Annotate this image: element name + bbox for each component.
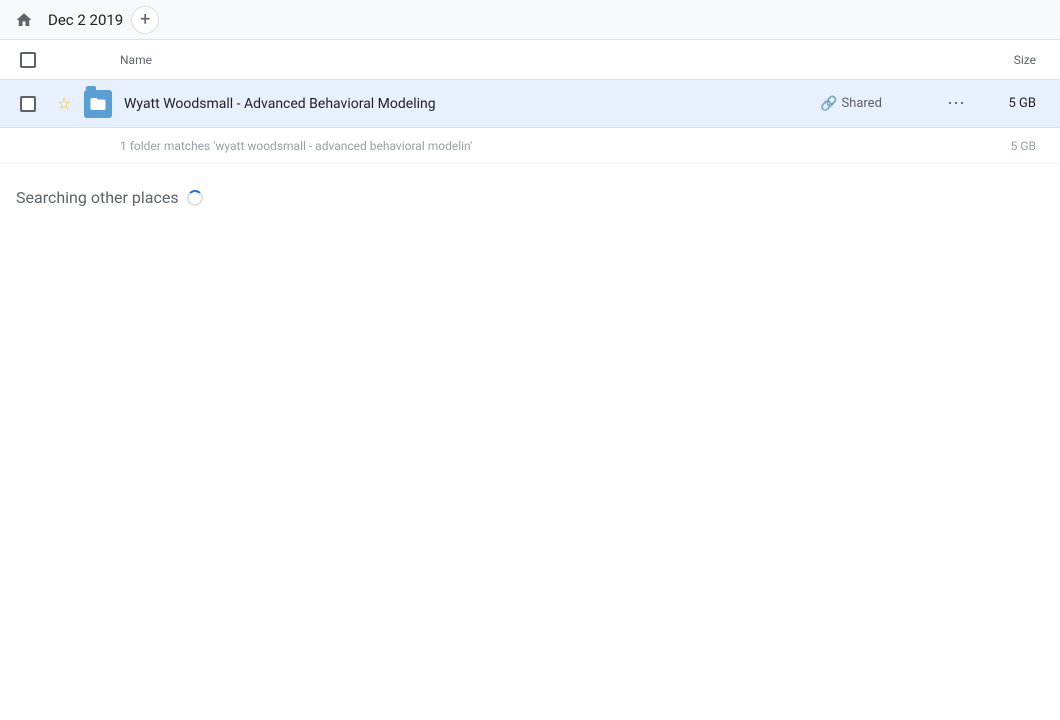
star-cell: ☆ bbox=[48, 94, 80, 113]
file-row[interactable]: ☆ Wyatt Woodsmall - Advanced Behavioral … bbox=[0, 80, 1060, 128]
shared-cell: 🔗 Shared bbox=[820, 96, 940, 112]
folder-icon bbox=[84, 90, 112, 118]
file-name: Wyatt Woodsmall - Advanced Behavioral Mo… bbox=[116, 96, 820, 112]
breadcrumb: Dec 2 2019 bbox=[48, 11, 123, 29]
match-summary-row: 1 folder matches 'wyatt woodsmall - adva… bbox=[0, 128, 1060, 164]
file-size: 5 GB bbox=[972, 96, 1052, 111]
file-icon-cell bbox=[80, 90, 116, 118]
searching-section: Searching other places bbox=[0, 164, 1060, 223]
top-bar: Dec 2 2019 + bbox=[0, 0, 1060, 40]
searching-label: Searching other places bbox=[16, 188, 179, 207]
checkbox-header bbox=[8, 52, 48, 68]
column-headers: Name Size bbox=[0, 40, 1060, 80]
link-icon: 🔗 bbox=[820, 96, 837, 112]
more-options-button[interactable]: ⋯ bbox=[940, 88, 972, 120]
add-button[interactable]: + bbox=[131, 6, 159, 34]
home-button[interactable] bbox=[8, 4, 40, 36]
shared-label: Shared bbox=[841, 96, 881, 111]
loading-spinner bbox=[187, 190, 203, 206]
name-column-header: Name bbox=[112, 53, 972, 67]
match-summary-size: 5 GB bbox=[1011, 139, 1052, 153]
size-column-header: Size bbox=[972, 53, 1052, 67]
row-checkbox[interactable] bbox=[20, 96, 36, 112]
row-checkbox-cell bbox=[8, 96, 48, 112]
star-icon[interactable]: ☆ bbox=[57, 94, 71, 113]
match-summary-text: 1 folder matches 'wyatt woodsmall - adva… bbox=[120, 139, 472, 153]
select-all-checkbox[interactable] bbox=[20, 52, 36, 68]
